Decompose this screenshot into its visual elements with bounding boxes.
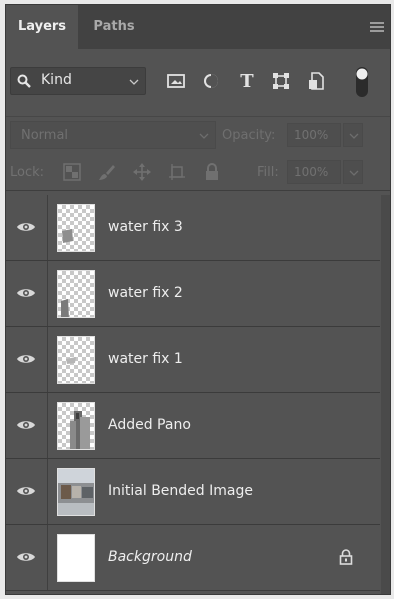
layer-name[interactable]: Added Pano (108, 417, 191, 433)
visibility-toggle[interactable] (6, 459, 48, 524)
panel-menu-icon[interactable] (370, 22, 384, 32)
smart-object-filter-icon[interactable] (306, 71, 326, 91)
layer-name[interactable]: water fix 2 (108, 285, 183, 301)
visibility-toggle[interactable] (6, 195, 48, 260)
shape-filter-icon[interactable] (271, 71, 291, 91)
visibility-toggle[interactable] (6, 327, 48, 392)
layer-name[interactable]: Initial Bended Image (108, 483, 253, 499)
blend-mode-select[interactable]: Normal (10, 121, 216, 149)
fill-label: Fill: (257, 165, 279, 180)
layer-thumbnail (57, 204, 95, 252)
layer-thumbnail (57, 468, 95, 516)
lock-icon[interactable] (339, 549, 353, 565)
layer-list-scrollbar[interactable] (381, 195, 390, 594)
layer-thumbnail (57, 336, 95, 384)
chevron-down-icon (199, 133, 209, 139)
layer-row[interactable]: Added Pano (6, 393, 380, 459)
layer-thumbnail (57, 534, 95, 582)
layer-list: water fix 3 water fix 2 water fix 1 Adde… (6, 195, 380, 591)
lock-transparent-pixels-icon[interactable] (63, 163, 81, 181)
visibility-toggle[interactable] (6, 525, 48, 590)
visibility-toggle[interactable] (6, 261, 48, 326)
search-icon (17, 74, 31, 88)
lock-label: Lock: (10, 165, 45, 180)
lock-all-icon[interactable] (203, 163, 221, 181)
filter-toggle-switch[interactable] (355, 66, 369, 98)
blend-mode-row: Normal Opacity: 100% (6, 117, 390, 153)
layer-row[interactable]: water fix 2 (6, 261, 380, 327)
chevron-down-icon (129, 79, 139, 85)
image-filter-icon[interactable] (166, 71, 186, 91)
layer-filter-row: Kind T (6, 49, 390, 117)
blend-mode-value: Normal (21, 128, 69, 143)
eye-icon (17, 223, 35, 231)
eye-icon (17, 289, 35, 297)
eye-icon (17, 487, 35, 495)
panel-tab-bar: Layers Paths (6, 5, 390, 49)
opacity-dropdown-button[interactable] (343, 123, 363, 147)
eye-icon (17, 553, 35, 561)
layer-thumbnail (57, 270, 95, 318)
lock-image-pixels-icon[interactable] (98, 163, 116, 181)
chevron-down-icon (349, 170, 359, 176)
layer-row[interactable]: water fix 3 (6, 195, 380, 261)
layers-panel: Layers Paths Kind T Normal Opacity: 100%… (5, 4, 391, 595)
eye-icon (17, 421, 35, 429)
eye-icon (17, 355, 35, 363)
layer-name[interactable]: water fix 1 (108, 351, 183, 367)
layer-name[interactable]: Background (108, 549, 192, 565)
lock-position-icon[interactable] (133, 163, 151, 181)
chevron-down-icon (349, 133, 359, 139)
filter-kind-label: Kind (41, 72, 72, 88)
layer-thumbnail (57, 402, 95, 450)
layer-row[interactable]: water fix 1 (6, 327, 380, 393)
fill-input[interactable]: 100% (287, 160, 341, 184)
adjustment-filter-icon[interactable] (201, 71, 221, 91)
prevent-auto-nesting-icon[interactable] (168, 163, 186, 181)
fill-dropdown-button[interactable] (343, 160, 363, 184)
opacity-label: Opacity: (222, 128, 276, 143)
lock-row: Lock: Fill: 100% (6, 153, 390, 191)
filter-kind-select[interactable]: Kind (10, 67, 146, 95)
layer-row[interactable]: Background (6, 525, 380, 591)
tab-paths[interactable]: Paths (82, 5, 146, 49)
visibility-toggle[interactable] (6, 393, 48, 458)
type-filter-icon[interactable]: T (237, 71, 257, 92)
tab-layers[interactable]: Layers (6, 5, 78, 49)
layer-name[interactable]: water fix 3 (108, 219, 183, 235)
layer-row[interactable]: Initial Bended Image (6, 459, 380, 525)
opacity-input[interactable]: 100% (287, 123, 341, 147)
